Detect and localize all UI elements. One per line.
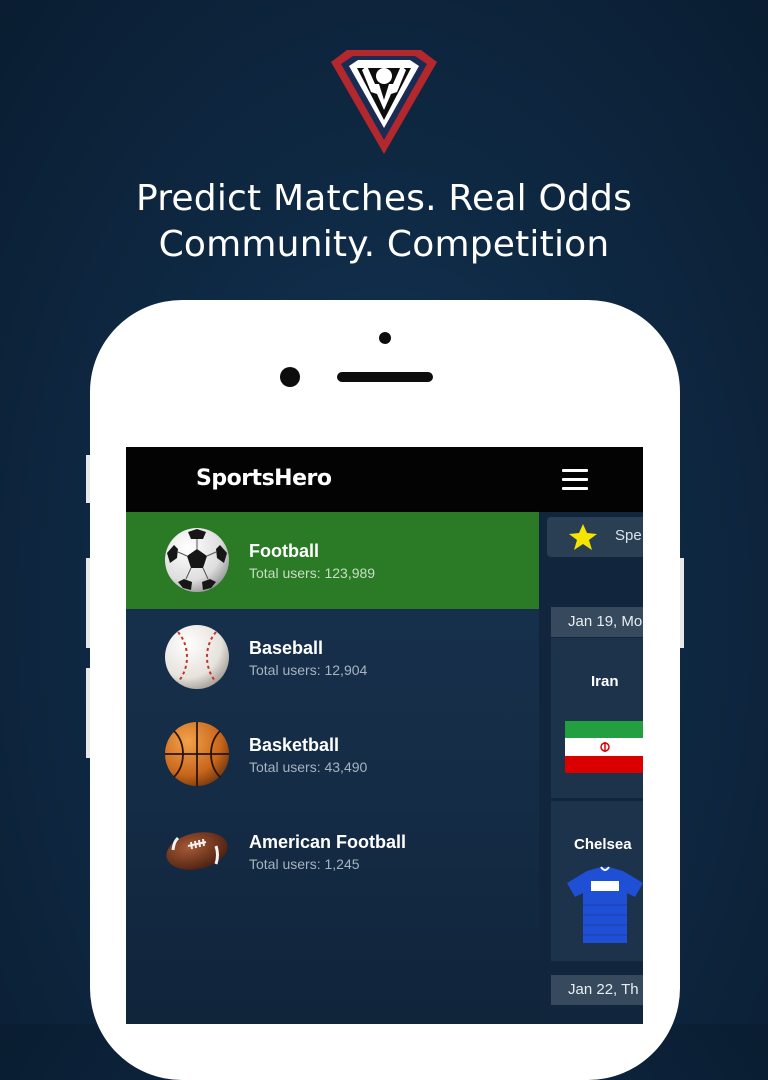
phone-speaker <box>337 372 433 382</box>
headline-line-2: Community. Competition <box>158 224 610 265</box>
app-top-bar: SportsHero <box>126 447 643 512</box>
chelsea-shirt-icon <box>567 866 643 943</box>
sport-total-users: Total users: 123,989 <box>249 565 376 581</box>
match-card-team-chelsea[interactable]: Chelsea <box>551 801 643 961</box>
match-date-header: Jan 22, Th <box>551 975 643 1005</box>
special-button-label: Spe <box>615 527 642 544</box>
team-name: Chelsea <box>574 836 632 853</box>
sport-name: American Football <box>249 832 407 852</box>
basketball-icon <box>165 722 229 786</box>
special-button[interactable]: Spe <box>547 517 643 557</box>
sportshero-logo <box>331 50 437 154</box>
match-date-header: Jan 19, Mo <box>551 607 643 637</box>
sport-item-football[interactable]: Football Total users: 123,989 <box>126 512 539 609</box>
hamburger-menu-icon[interactable] <box>562 469 588 491</box>
baseball-icon <box>165 625 229 689</box>
sport-total-users: Total users: 43,490 <box>249 759 368 775</box>
phone-camera <box>280 367 300 387</box>
sport-name: Baseball <box>249 638 324 658</box>
sport-list: Football Total users: 123,989 Baseball T… <box>126 512 539 900</box>
iran-flag-icon <box>565 721 643 773</box>
star-icon <box>569 524 597 550</box>
sport-item-basketball[interactable]: Basketball Total users: 43,490 <box>126 706 539 803</box>
sport-name: Football <box>249 541 319 561</box>
sport-item-american-football[interactable]: American Football Total users: 1,245 <box>126 803 539 900</box>
sport-total-users: Total users: 12,904 <box>249 662 368 678</box>
sport-total-users: Total users: 1,245 <box>249 856 360 872</box>
phone-sensor <box>379 332 391 344</box>
match-card-team-iran[interactable]: Iran <box>551 638 643 798</box>
sport-name: Basketball <box>249 735 340 755</box>
sport-item-baseball[interactable]: Baseball Total users: 12,904 <box>126 609 539 706</box>
american-football-icon <box>166 832 228 870</box>
app-screen: SportsHero Football Total users: 123,989… <box>126 447 643 1024</box>
team-name: Iran <box>591 673 619 690</box>
headline-line-1: Predict Matches. Real Odds <box>135 178 633 219</box>
app-brand: SportsHero <box>196 466 332 491</box>
soccer-ball-icon <box>165 528 229 592</box>
